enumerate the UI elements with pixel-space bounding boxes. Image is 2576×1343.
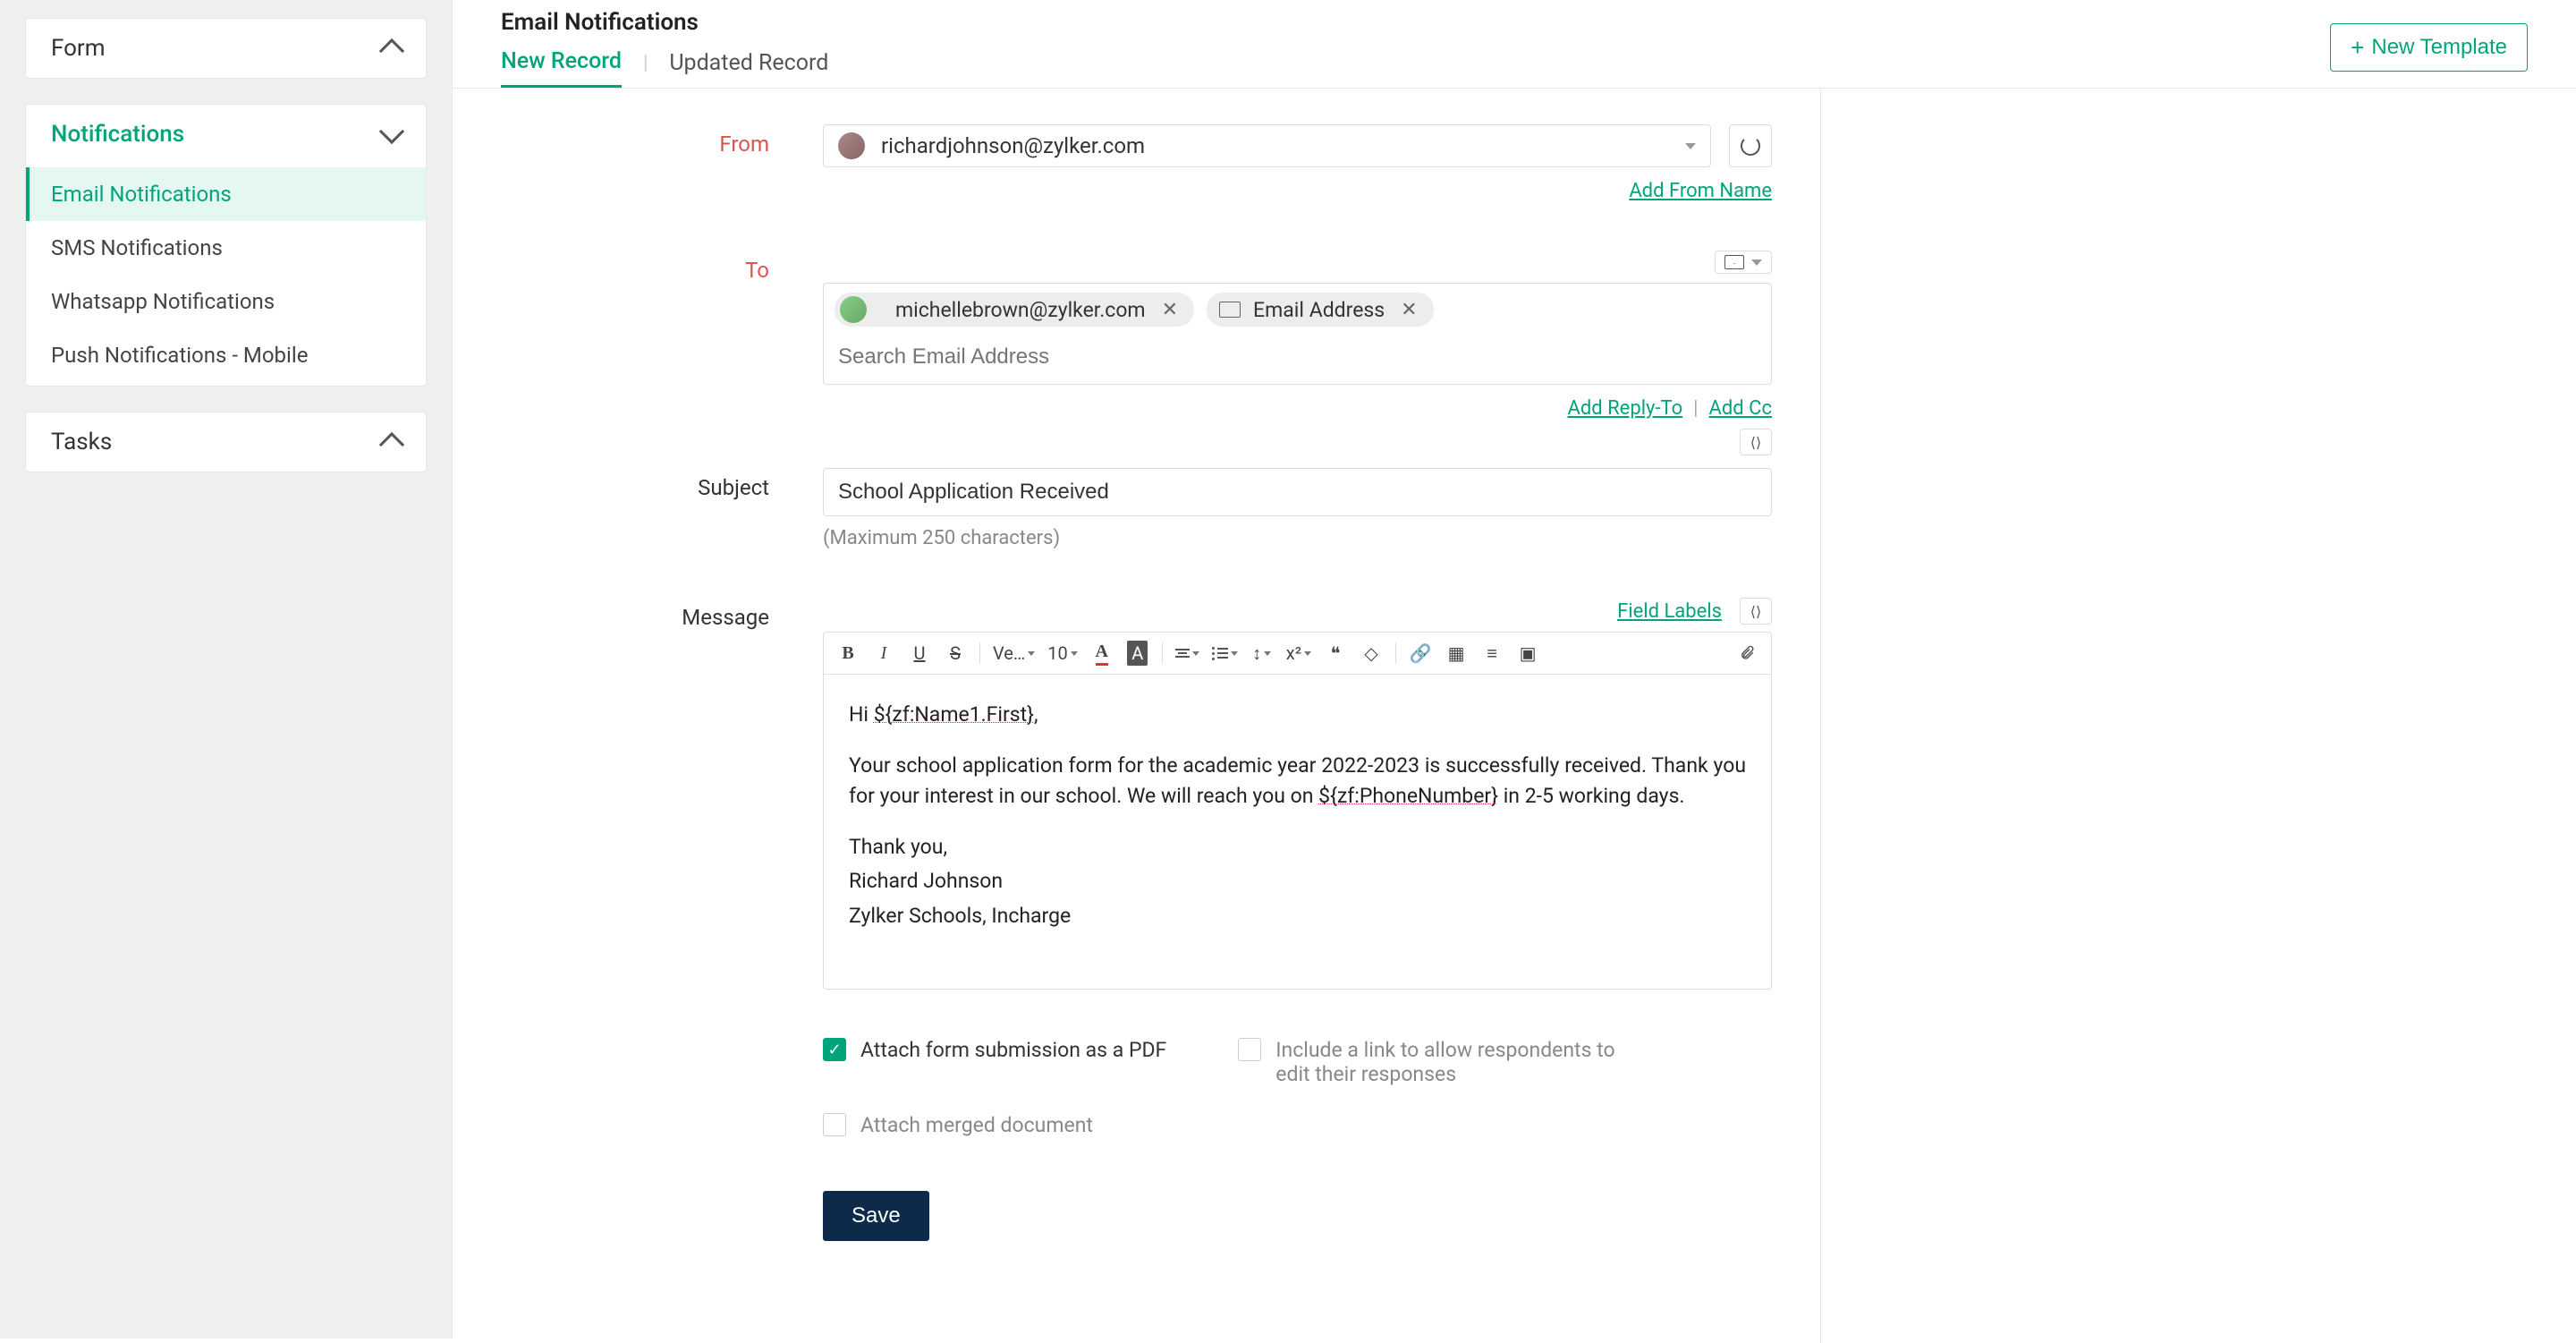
chevron-down-icon [379,119,404,144]
dropdown-arrow-icon [1685,143,1696,149]
envelope-icon [1219,302,1241,318]
checkbox-icon [1238,1038,1261,1061]
to-box[interactable]: michellebrown@zylker.com ✕ Email Address… [823,283,1772,385]
field-labels-link[interactable]: Field Labels [1617,600,1722,623]
refresh-button[interactable] [1729,124,1772,167]
avatar [840,296,867,323]
sidebar-notifications-label: Notifications [51,121,184,148]
new-template-button[interactable]: + New Template [2330,23,2528,72]
align-button[interactable] [1172,638,1203,668]
add-cc-link[interactable]: Add Cc [1709,397,1772,420]
plus-icon: + [2351,36,2364,59]
sidebar-item-whatsapp[interactable]: Whatsapp Notifications [26,275,426,328]
tab-new-record[interactable]: New Record [501,48,622,88]
subject-merge-button[interactable]: ⟨⟩ [1740,429,1772,455]
message-label: Message [501,598,823,990]
clear-format-button[interactable]: ◇ [1356,638,1386,668]
hr-button[interactable]: ≡ [1477,638,1507,668]
check-edit-link[interactable]: Include a link to allow respondents to e… [1238,1038,1623,1086]
add-from-name-link[interactable]: Add From Name [1629,180,1772,202]
to-type-select[interactable] [1715,251,1772,274]
sidebar-tasks-label: Tasks [51,429,112,455]
chip-email: Email Address [1253,298,1385,322]
strike-button[interactable]: S [940,638,970,668]
save-button[interactable]: Save [823,1191,929,1241]
check-attach-pdf[interactable]: ✓ Attach form submission as a PDF [823,1038,1166,1086]
email-template-form: From richardjohnson@zylker.com [453,89,1821,1343]
checkbox-icon: ✓ [823,1038,846,1061]
main: Email Notifications New Record | Updated… [452,0,2576,1339]
topbar: Email Notifications New Record | Updated… [453,0,2576,89]
to-chip[interactable]: michellebrown@zylker.com ✕ [835,293,1194,327]
paperclip-icon [1739,642,1755,664]
close-icon[interactable]: ✕ [1158,299,1182,321]
chevron-up-icon [379,38,404,64]
sidebar-item-email[interactable]: Email Notifications [26,167,426,221]
sidebar-notifications-header[interactable]: Notifications [26,105,426,164]
blockquote-button[interactable]: ❝ [1320,638,1351,668]
editor-toolbar: B I U S Ve… 10 A A [824,633,1771,675]
italic-button[interactable]: I [869,638,899,668]
from-select[interactable]: richardjohnson@zylker.com [823,124,1711,167]
line-height-button[interactable]: ↕ [1247,638,1277,668]
sidebar-item-push[interactable]: Push Notifications - Mobile [26,328,426,382]
superscript-button[interactable]: x² [1283,638,1315,668]
attachment-button[interactable] [1732,638,1762,668]
subject-max-chars: (Maximum 250 characters) [823,527,1772,549]
tabs: New Record | Updated Record [501,48,828,88]
underline-button[interactable]: U [904,638,935,668]
table-button[interactable]: ▦ [1441,638,1471,668]
avatar [838,132,865,159]
subject-label: Subject [501,468,823,549]
merge-variable: ${zf:Name1.First} [874,702,1034,727]
merge-variable: ${zf:PhoneNumber} [1318,784,1498,808]
dropdown-arrow-icon [1751,259,1762,266]
chip-email: michellebrown@zylker.com [895,298,1146,322]
editor-body[interactable]: Hi ${zf:Name1.First}, Your school applic… [824,675,1771,989]
from-label: From [501,124,823,202]
to-search-input[interactable] [835,341,1760,373]
sidebar-panel-form[interactable]: Form [25,18,427,79]
font-family-select[interactable]: Ve… [989,638,1038,668]
font-size-select[interactable]: 10 [1044,638,1080,668]
check-label: Attach merged document [860,1113,1093,1137]
message-merge-button[interactable]: ⟨⟩ [1740,598,1772,625]
sidebar-form-label: Form [51,35,106,62]
tab-separator: | [643,52,648,85]
envelope-icon [1724,255,1744,269]
image-button[interactable]: ▣ [1513,638,1543,668]
sidebar-panel-notifications: Notifications Email Notifications SMS No… [25,104,427,387]
from-email: richardjohnson@zylker.com [881,133,1145,158]
list-button[interactable] [1208,638,1241,668]
chevron-up-icon [379,432,404,457]
rich-text-editor: B I U S Ve… 10 A A [823,632,1772,990]
refresh-icon [1741,136,1760,156]
sidebar-item-sms[interactable]: SMS Notifications [26,221,426,275]
page-title: Email Notifications [501,9,828,36]
highlight-button[interactable]: A [1123,638,1153,668]
to-label: To [501,251,823,420]
checkbox-icon [823,1113,846,1136]
link-button[interactable]: 🔗 [1405,638,1436,668]
new-template-label: New Template [2371,35,2507,60]
add-reply-to-link[interactable]: Add Reply-To [1568,397,1683,420]
to-chip[interactable]: Email Address ✕ [1207,293,1434,327]
check-label: Include a link to allow respondents to e… [1275,1038,1623,1086]
close-icon[interactable]: ✕ [1397,299,1420,321]
bold-button[interactable]: B [833,638,863,668]
subject-input[interactable] [823,468,1772,516]
tab-updated-record[interactable]: Updated Record [669,50,828,87]
check-label: Attach form submission as a PDF [860,1038,1166,1062]
check-attach-merged[interactable]: Attach merged document [823,1113,1208,1137]
sidebar-panel-tasks[interactable]: Tasks [25,412,427,472]
font-color-button[interactable]: A [1087,638,1117,668]
sidebar: Form Notifications Email Notifications S… [0,0,452,1339]
